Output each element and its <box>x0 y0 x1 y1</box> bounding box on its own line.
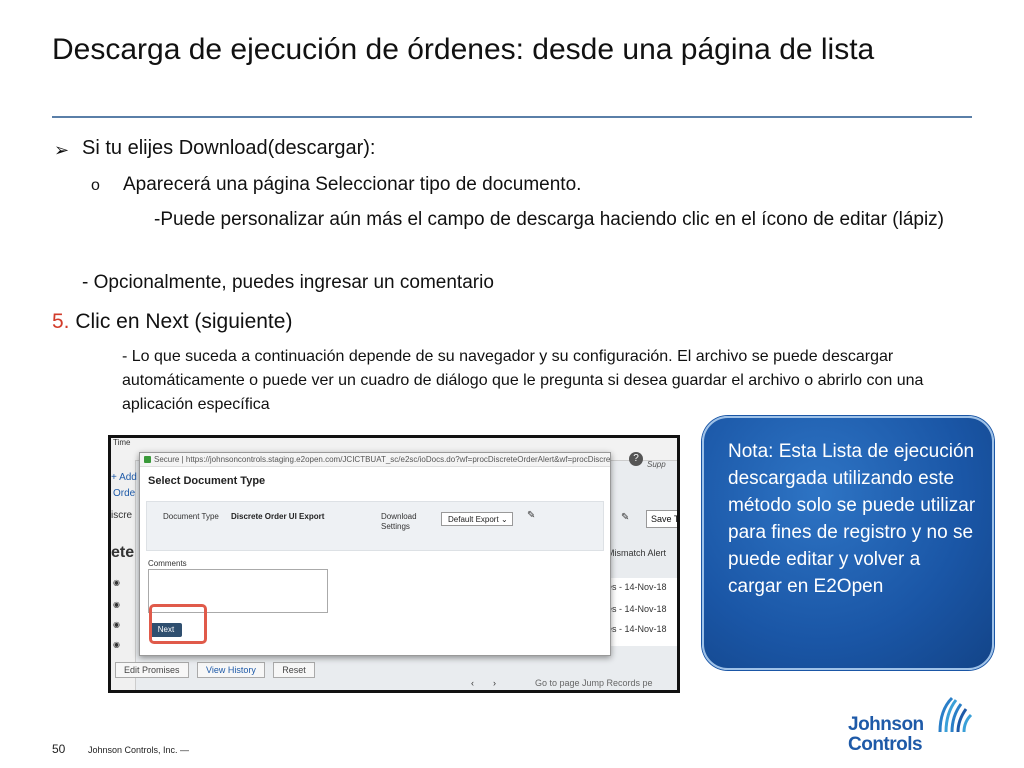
footer-text: Johnson Controls, Inc. — <box>88 745 190 755</box>
next-button-highlight <box>149 604 207 644</box>
dialog-url-bar: Secure | https://johnsoncontrols.staging… <box>140 453 610 467</box>
secure-label: Secure <box>154 455 180 464</box>
download-settings-value: Default Export <box>448 515 499 524</box>
arrow-bullet-icon: ➢ <box>54 140 70 160</box>
eye-icon: ◉ <box>113 578 120 587</box>
lock-icon <box>144 456 151 464</box>
bullet-browser-behavior: - Lo que suceda a continuación depende d… <box>122 348 924 413</box>
background-order-fragment: Orde <box>113 488 136 499</box>
note-text: Nota: Esta Lista de ejecución descargada… <box>728 441 976 597</box>
table-row[interactable]: es - 14-Nov-18 <box>607 582 677 592</box>
embedded-screenshot: Time + Add Orde iscre ete ◉ ◉ ◉ ◉ ? Supp… <box>108 435 680 693</box>
download-settings-select[interactable]: Default Export ⌄ <box>441 512 513 526</box>
prev-page-icon[interactable]: ‹ <box>471 678 474 688</box>
view-history-button[interactable]: View History <box>196 662 265 678</box>
logo-text-controls: Controls <box>848 734 923 755</box>
help-icon[interactable]: ? <box>629 452 643 466</box>
logo-text-johnson: Johnson <box>848 714 924 735</box>
johnson-controls-logo: Johnson Controls <box>848 696 978 756</box>
title-divider <box>52 116 972 118</box>
bullet-optional-comment: - Opcionalmente, puedes ingresar un come… <box>82 272 494 293</box>
eye-icon: ◉ <box>113 620 120 629</box>
background-pencil-icon[interactable]: ✎ <box>621 512 629 523</box>
comments-label: Comments <box>148 559 187 568</box>
chevron-down-icon: ⌄ <box>500 515 508 524</box>
background-mismatch-alert[interactable]: Mismatch Alert <box>607 548 666 558</box>
eye-icon: ◉ <box>113 640 120 649</box>
next-page-icon[interactable]: › <box>493 678 496 688</box>
background-save-button[interactable]: Save T <box>646 510 677 528</box>
bullet-select-doc-type: Aparecerá una página Seleccionar tipo de… <box>123 174 582 195</box>
table-row[interactable]: es - 14-Nov-18 <box>607 604 677 614</box>
dialog-url: https://johnsoncontrols.staging.e2open.c… <box>185 455 610 464</box>
document-type-label: Document Type <box>163 512 219 521</box>
select-document-type-dialog: Secure | https://johnsoncontrols.staging… <box>139 452 611 656</box>
edit-promises-button[interactable]: Edit Promises <box>115 662 189 678</box>
reset-button[interactable]: Reset <box>273 662 315 678</box>
background-tab-fragment: Time <box>113 438 131 447</box>
background-heading-fragment: ete <box>111 544 135 561</box>
dialog-title: Select Document Type <box>148 475 266 487</box>
background-button-row: Edit Promises View History Reset <box>115 660 319 678</box>
background-add-fragment: + Add <box>111 472 137 483</box>
bullet-customize-download: -Puede personalizar aún más el campo de … <box>154 209 945 230</box>
eye-icon: ◉ <box>113 600 120 609</box>
background-pager: Go to page Jump Records pe <box>535 678 653 688</box>
pencil-icon[interactable]: ✎ <box>527 510 535 521</box>
step-number: 5. <box>52 310 70 333</box>
logo-mark-icon <box>938 696 973 733</box>
table-row[interactable]: es - 14-Nov-18 <box>607 624 677 634</box>
download-settings-label: Download Settings <box>381 512 417 531</box>
note-callout: Nota: Esta Lista de ejecución descargada… <box>702 416 994 670</box>
background-supp-fragment: Supp <box>647 460 666 469</box>
background-discrete-fragment: iscre <box>111 510 133 521</box>
step-5-text: Clic en Next (siguiente) <box>69 310 293 333</box>
page-number: 50 <box>52 742 66 756</box>
slide-title: Descarga de ejecución de órdenes: desde … <box>52 33 875 66</box>
background-table: es - 14-Nov-18 es - 14-Nov-18 es - 14-No… <box>607 578 677 646</box>
step-5-heading: 5. Clic en Next (siguiente) <box>52 309 292 335</box>
bullet-download: Si tu elijes Download(descargar): <box>82 137 376 159</box>
dialog-form-panel: Document Type Discrete Order UI Export D… <box>146 501 604 551</box>
document-type-value: Discrete Order UI Export <box>231 512 325 521</box>
circle-bullet-icon: o <box>91 177 100 194</box>
